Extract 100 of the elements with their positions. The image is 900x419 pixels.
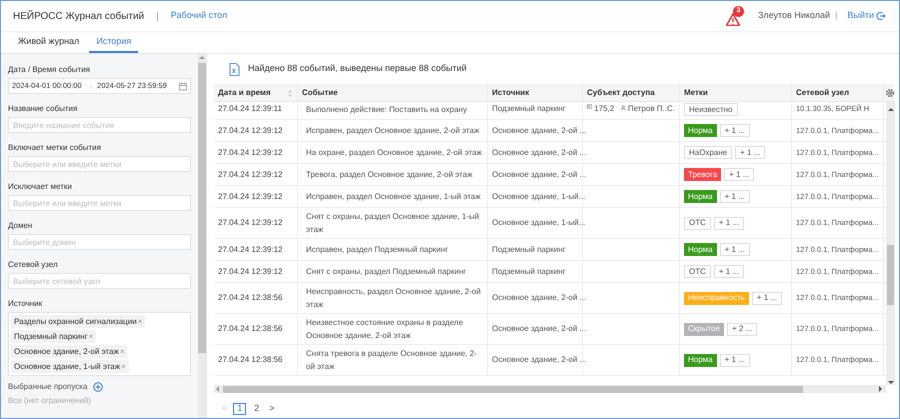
table-cell: 27.04.24 12:39:12	[218, 190, 283, 202]
table-cell-text: На охране, раздел Основное здание, 2-ой этаж	[306, 147, 482, 159]
tag: Норма	[684, 243, 717, 256]
table-cell: Основное здание, 1-ый...	[492, 217, 586, 229]
field-label: Включает метки события	[8, 142, 102, 154]
tag: + 1 ...	[714, 265, 744, 278]
tag: + 1 ...	[720, 190, 750, 203]
table-cell-text: Неизвестное состояние охраны в разделе Основное здание, 2-ой этаж	[306, 317, 464, 342]
table-cell-text: Исправен, раздел Подземный паркинг	[306, 244, 448, 256]
table-cell: 27.04.24 12:39:12	[218, 266, 283, 278]
table-cell: Основное здание, 2-ой ...	[492, 323, 586, 335]
table-cell: Подземный паркинг	[492, 266, 566, 278]
table-cell: 27.04.24 12:39:12	[218, 124, 283, 136]
source-chip: Основное здание, 2-ой этаж×	[11, 345, 128, 358]
tag: Неисправность	[684, 292, 749, 304]
source-chip: Подземный паркинг×	[11, 330, 96, 343]
source-select[interactable]: Разделы охранной сигнализации× Подземный паркинг× Основное здание, 2-ой этаж× Основное здание, 1-ый этаж×	[8, 312, 191, 376]
page-button[interactable]: 2	[250, 402, 264, 415]
table-cell: Основное здание, 1-ый...	[492, 190, 586, 202]
remove-icon[interactable]: ×	[121, 360, 126, 372]
table-cell: 27.04.24 12:38:56	[218, 354, 283, 366]
tag: + 2 ...	[726, 322, 758, 336]
table-cell: 27.04.24 12:38:56	[218, 292, 283, 304]
table-cell-text: Выполнено действие: Поставить на охрану	[306, 104, 467, 116]
scrollbar[interactable]	[214, 385, 886, 393]
tag: Неизвестно	[684, 103, 738, 116]
tab[interactable]: Живой журнал	[11, 32, 86, 53]
column-title: Событие	[302, 87, 338, 99]
column-title: Дата и время	[218, 87, 271, 99]
table-cell: 27.04.24 12:38:56	[218, 323, 283, 335]
table-cell: Подземный паркинг	[492, 244, 566, 256]
table-cell-text: Снята тревога в разделе Основное здание, 2-ой этаж	[306, 348, 478, 373]
table-cell-text: Снят с охраны, раздел Подземный паркинг	[306, 266, 466, 278]
table-cell: 27.04.24 12:39:11	[218, 103, 282, 115]
tag: ОТС	[684, 265, 711, 278]
tag: + 1 ...	[714, 216, 744, 230]
card-icon	[587, 103, 592, 110]
logout-link[interactable]: Выйти	[847, 9, 886, 23]
field-label: Сетевой узел	[8, 259, 59, 271]
separator: |	[835, 9, 838, 22]
next-page-button[interactable]: >	[267, 402, 277, 416]
card-number: 175,2	[594, 103, 614, 115]
table-cell-text: Снят с охраны, раздел Основное здание, 1-ый этаж	[306, 211, 480, 236]
table-cell: Основное здание, 2-ой ...	[492, 146, 586, 158]
table-cell: Подземный паркинг	[492, 103, 566, 115]
scrollbar[interactable]	[198, 54, 206, 418]
separator: |	[156, 10, 159, 24]
app-title: НЕЙРОСС Журнал событий	[13, 9, 144, 24]
table-cell-text: Исправен, раздел Основное здание, 2-ой этаж	[306, 125, 480, 137]
table-cell-text: Исправен, раздел Основное здание, 1-ый этаж	[306, 191, 481, 203]
input-field[interactable]: Выберите домен	[8, 234, 191, 250]
table-cell: Основное здание, 2-ой ...	[492, 292, 586, 304]
tag: Норма	[684, 190, 717, 203]
user-name: Злеутов Николай	[758, 9, 830, 22]
tag: Скрытое	[684, 322, 724, 336]
calendar-icon	[179, 82, 187, 90]
field-label: Исключает метки	[8, 181, 73, 193]
sort-icon[interactable]	[287, 88, 293, 98]
page-button[interactable]: 1	[233, 402, 246, 415]
tag: ОТС	[684, 216, 711, 230]
tag: Тревога	[684, 168, 722, 181]
tag: + 1 ...	[752, 292, 782, 304]
tag: НаОхране	[684, 146, 732, 159]
input-field[interactable]: Выберите или введите метки	[8, 156, 191, 172]
column-title: Источник	[492, 87, 530, 99]
field-label: Домен	[8, 220, 34, 232]
input-field[interactable]: Выберите или введите метки	[8, 195, 191, 211]
table-cell-text: Неисправность, раздел Основное здание, 2-ой этаж	[306, 286, 482, 311]
field-label: Дата / Время события	[8, 64, 92, 76]
tag: + 1 ...	[735, 146, 766, 159]
table-cell: 27.04.24 12:39:12	[218, 146, 283, 158]
tag: + 1 ...	[724, 168, 754, 181]
scrollbar[interactable]	[886, 102, 895, 385]
tag: Норма	[684, 124, 717, 137]
remove-icon[interactable]: ×	[138, 316, 142, 328]
desktop-link[interactable]: Рабочий стол	[170, 9, 228, 23]
input-field[interactable]: Выберите сетевой узел	[8, 273, 191, 289]
column-title: Сетевой узел	[796, 87, 850, 99]
warning-icon	[726, 13, 740, 26]
table-cell: Основное здание, 2-ой ...	[492, 168, 586, 180]
tag: + 1 ...	[720, 354, 750, 366]
settings-icon[interactable]	[884, 88, 894, 98]
field-label: Источник	[8, 298, 44, 310]
remove-icon[interactable]: ×	[120, 346, 124, 358]
table-cell: 27.04.24 12:39:12	[218, 217, 283, 229]
file-icon[interactable]	[229, 62, 240, 76]
tag: Норма	[684, 354, 717, 366]
field-label: Выбранные пропуска	[8, 381, 88, 393]
input-field[interactable]: Введите название события	[8, 117, 191, 133]
logout-icon	[876, 11, 886, 21]
add-icon[interactable]	[93, 382, 104, 392]
remove-icon[interactable]: ×	[88, 330, 94, 342]
table-cell: Основное здание, 2-ой ...	[492, 124, 586, 136]
tag: + 1 ...	[720, 243, 750, 256]
field-label: Название события	[8, 103, 78, 115]
tag: + 1 ...	[720, 124, 750, 137]
person-name: Петров П..С.	[628, 103, 675, 115]
source-chip: Разделы охранной сигнализации×	[11, 315, 146, 328]
column-title: Метки	[684, 87, 708, 99]
person-icon	[621, 103, 626, 112]
